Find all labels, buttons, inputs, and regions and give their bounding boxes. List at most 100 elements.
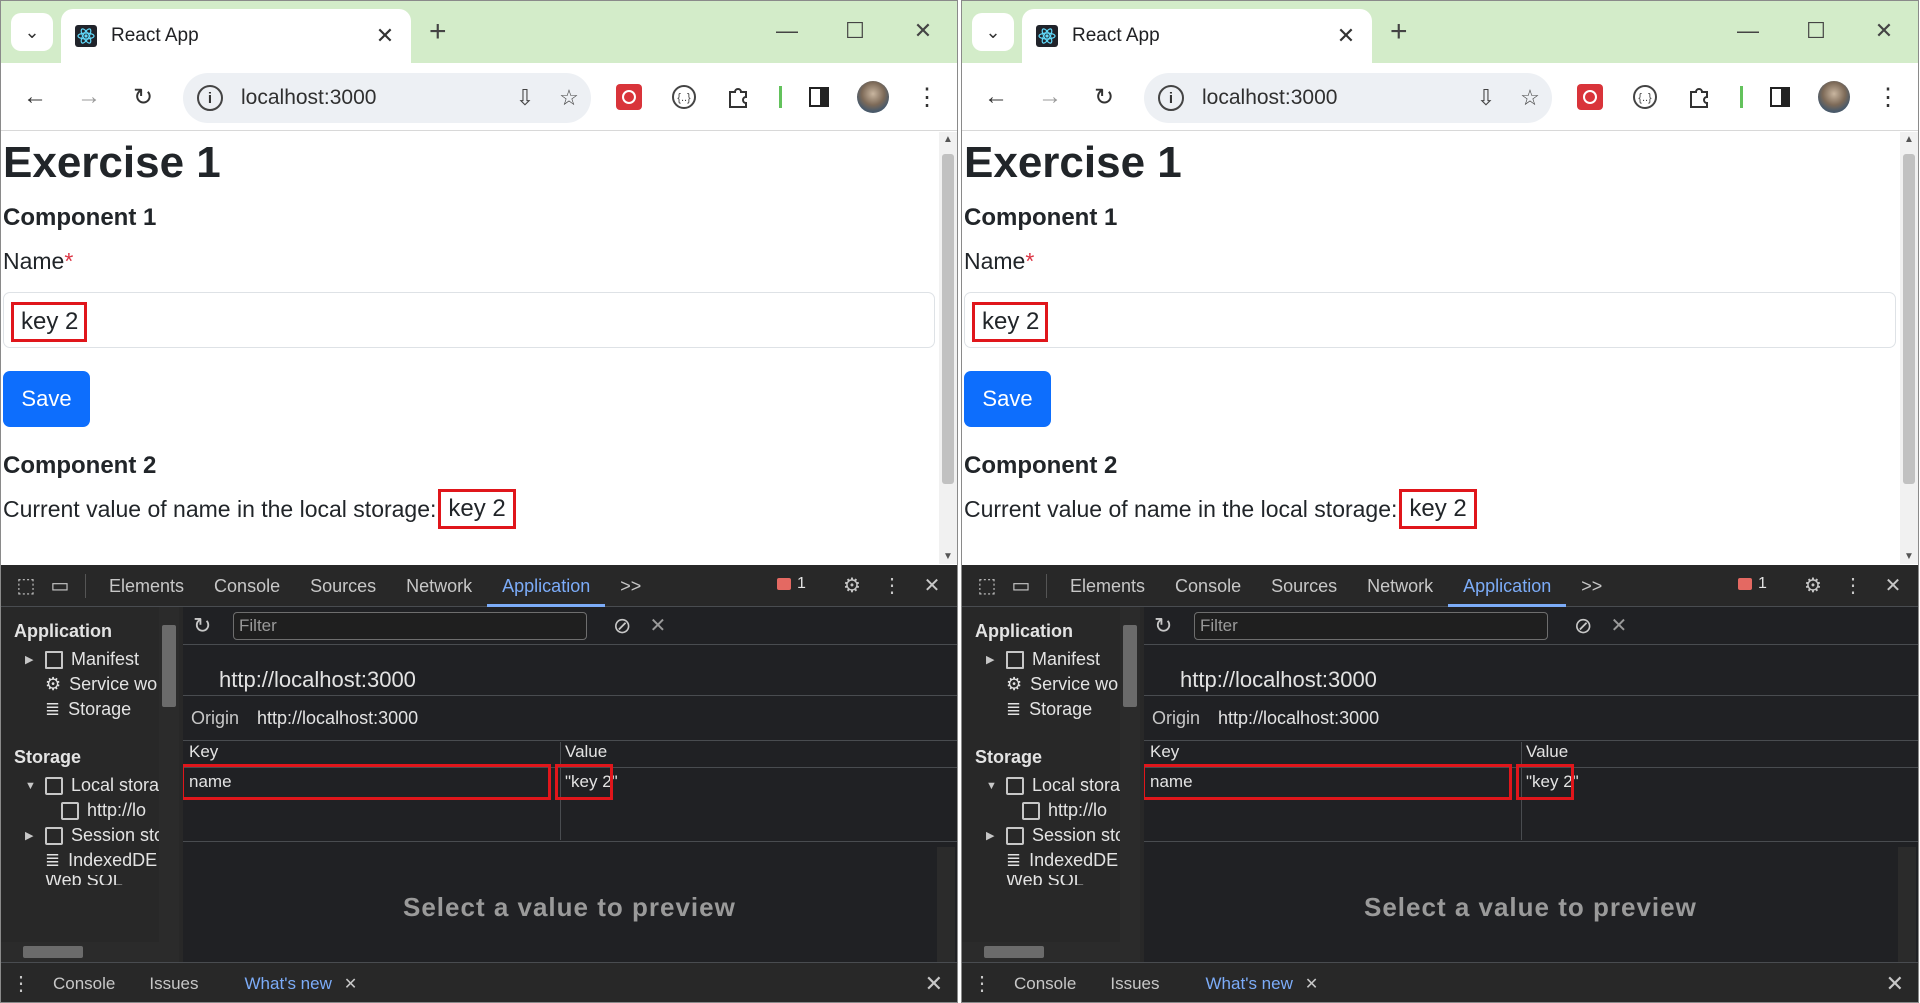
extension-braces-icon[interactable]: {..} [1631, 83, 1659, 111]
url-text[interactable]: localhost:3000 [1202, 86, 1464, 110]
tab-network[interactable]: Network [1352, 565, 1448, 607]
close-drawer-tab-icon[interactable]: ✕ [1305, 974, 1318, 994]
minimize-button[interactable]: — [1728, 11, 1768, 51]
extensions-puzzle-icon[interactable] [1685, 83, 1713, 111]
tab-console[interactable]: Console [1160, 565, 1256, 607]
tab-search-button[interactable]: ⌄ [11, 13, 53, 51]
close-tab-icon[interactable]: ✕ [1334, 23, 1358, 49]
sidebar-item-session-storage[interactable]: ▶ Session sto [986, 825, 1125, 846]
scroll-thumb[interactable] [1123, 625, 1137, 707]
more-tabs-icon[interactable]: >> [605, 565, 656, 607]
sidebar-item-storage[interactable]: ≣ Storage [986, 699, 1092, 720]
sidebar-scrollbar[interactable] [1120, 607, 1140, 962]
save-button[interactable]: Save [964, 371, 1051, 427]
device-toolbar-icon[interactable]: ▭ [1004, 573, 1038, 598]
collapse-arrow-icon[interactable]: ▼ [25, 780, 37, 792]
name-input-value[interactable]: key 2 [11, 302, 87, 342]
settings-gear-icon[interactable]: ⚙ [835, 573, 869, 598]
more-tabs-icon[interactable]: >> [1566, 565, 1617, 607]
inspect-element-icon[interactable]: ⬚ [970, 573, 1004, 598]
install-app-icon[interactable]: ⇩ [503, 85, 547, 111]
expand-arrow-icon[interactable]: ▶ [986, 829, 998, 842]
profile-avatar[interactable] [1818, 81, 1850, 113]
close-tab-icon[interactable]: ✕ [373, 23, 397, 49]
scroll-up-icon[interactable]: ▲ [1900, 134, 1918, 145]
menu-kebab-icon[interactable]: ⋮ [1868, 77, 1908, 117]
tab-application[interactable]: Application [487, 565, 606, 607]
drawer-tab-issues[interactable]: Issues [1098, 974, 1171, 994]
scroll-down-icon[interactable]: ▼ [939, 551, 957, 562]
sidebar-item-session-storage[interactable]: ▶ Session sto [25, 825, 164, 846]
name-input-value[interactable]: key 2 [972, 302, 1048, 342]
delete-selected-icon[interactable]: ✕ [649, 613, 666, 638]
sidebar-item-web-sql[interactable]: Web SQL [25, 875, 123, 885]
drawer-tab-whats-new[interactable]: What's new [1194, 974, 1305, 994]
sidebar-item-localhost[interactable]: http://lo [1022, 800, 1107, 821]
key-column-header[interactable]: Key [1150, 742, 1179, 762]
sidebar-item-localhost[interactable]: http://lo [61, 800, 146, 821]
side-panel-icon[interactable] [805, 83, 833, 111]
sidebar-item-indexeddb[interactable]: ≣ IndexedDE [986, 850, 1118, 871]
tab-network[interactable]: Network [391, 565, 487, 607]
url-text[interactable]: localhost:3000 [241, 86, 503, 110]
tab-elements[interactable]: Elements [1055, 565, 1160, 607]
address-bar[interactable]: i localhost:3000 ⇩ ☆ [183, 73, 591, 123]
sidebar-item-storage[interactable]: ≣ Storage [25, 699, 131, 720]
sidebar-item-service-workers[interactable]: ⚙ Service wo [986, 674, 1118, 695]
refresh-icon[interactable]: ↻ [193, 613, 211, 639]
extension-red-icon[interactable] [1576, 83, 1604, 111]
close-drawer-icon[interactable]: ✕ [925, 971, 943, 997]
browser-tab[interactable]: React App ✕ [1022, 9, 1372, 63]
forward-icon[interactable]: → [69, 77, 109, 117]
drawer-tab-issues[interactable]: Issues [137, 974, 210, 994]
side-panel-icon[interactable] [1766, 83, 1794, 111]
value-column-header[interactable]: Value [1526, 742, 1568, 762]
sidebar-item-local-storage[interactable]: ▼ Local stora [986, 775, 1120, 796]
scroll-thumb[interactable] [984, 946, 1044, 958]
scroll-thumb[interactable] [162, 625, 176, 707]
save-button[interactable]: Save [3, 371, 90, 427]
extensions-puzzle-icon[interactable] [724, 83, 752, 111]
back-icon[interactable]: ← [15, 77, 55, 117]
sidebar-item-manifest[interactable]: ▶ Manifest [25, 649, 139, 670]
sidebar-item-web-sql[interactable]: Web SQL [986, 875, 1084, 885]
address-bar[interactable]: i localhost:3000 ⇩ ☆ [1144, 73, 1552, 123]
scroll-thumb[interactable] [942, 154, 954, 484]
filter-input[interactable]: Filter [233, 611, 587, 640]
tab-elements[interactable]: Elements [94, 565, 199, 607]
menu-kebab-icon[interactable]: ⋮ [907, 77, 947, 117]
close-drawer-tab-icon[interactable]: ✕ [344, 974, 357, 994]
tab-console[interactable]: Console [199, 565, 295, 607]
drawer-tab-console[interactable]: Console [41, 974, 127, 994]
tab-sources[interactable]: Sources [295, 565, 391, 607]
filter-input[interactable]: Filter [1194, 611, 1548, 640]
site-info-icon[interactable]: i [1158, 85, 1184, 111]
sidebar-hscrollbar[interactable] [962, 942, 1120, 962]
close-window-button[interactable]: ✕ [903, 11, 943, 51]
reload-icon[interactable]: ↻ [123, 77, 163, 117]
reload-icon[interactable]: ↻ [1084, 77, 1124, 117]
scroll-down-icon[interactable]: ▼ [1900, 551, 1918, 562]
tab-application[interactable]: Application [1448, 565, 1567, 607]
sidebar-item-indexeddb[interactable]: ≣ IndexedDE [25, 850, 157, 871]
browser-tab[interactable]: React App ✕ [61, 9, 411, 63]
close-window-button[interactable]: ✕ [1864, 11, 1904, 51]
scroll-thumb[interactable] [1903, 154, 1915, 484]
inspect-element-icon[interactable]: ⬚ [9, 573, 43, 598]
site-info-icon[interactable]: i [197, 85, 223, 111]
profile-avatar[interactable] [857, 81, 889, 113]
maximize-button[interactable]: ☐ [1796, 11, 1836, 51]
device-toolbar-icon[interactable]: ▭ [43, 573, 77, 598]
settings-gear-icon[interactable]: ⚙ [1796, 573, 1830, 598]
install-app-icon[interactable]: ⇩ [1464, 85, 1508, 111]
devtools-menu-icon[interactable]: ⋮ [875, 573, 909, 598]
name-input[interactable] [964, 292, 1896, 348]
name-input[interactable] [3, 292, 935, 348]
expand-arrow-icon[interactable]: ▶ [986, 653, 998, 666]
tab-sources[interactable]: Sources [1256, 565, 1352, 607]
minimize-button[interactable]: — [767, 11, 807, 51]
close-devtools-icon[interactable]: ✕ [915, 573, 949, 598]
sidebar-item-service-workers[interactable]: ⚙ Service wo [25, 674, 157, 695]
extension-red-icon[interactable] [615, 83, 643, 111]
drawer-tab-whats-new[interactable]: What's new [233, 974, 344, 994]
